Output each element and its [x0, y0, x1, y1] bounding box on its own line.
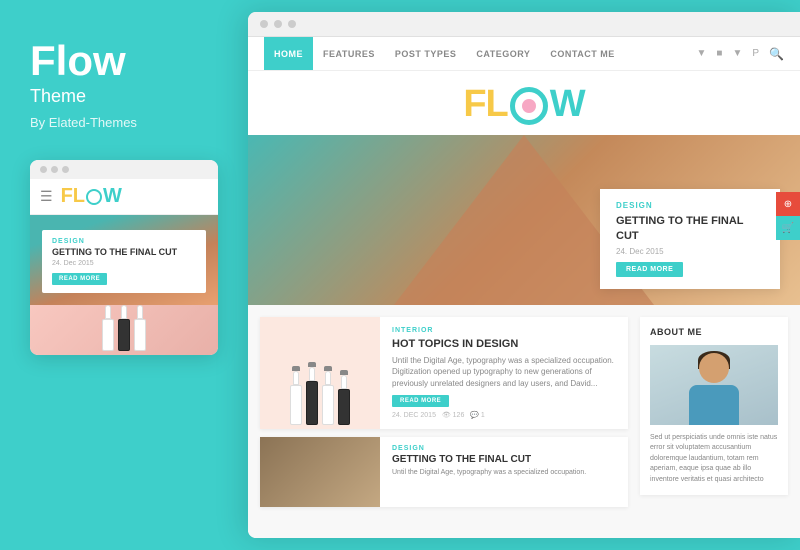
mobile-read-more-btn[interactable]: READ MORE — [52, 273, 107, 285]
post-image-1 — [260, 317, 380, 429]
post-image-2 — [260, 437, 380, 507]
mobile-bottom-content — [30, 305, 218, 355]
edge-icons: ⊕ 🛒 — [776, 192, 800, 240]
dot-red — [40, 166, 47, 173]
post-text-2: DESIGN GETTING TO THE FINAL CUT Until th… — [380, 437, 628, 507]
chrome-dot-3 — [288, 20, 296, 28]
edge-icon-teal[interactable]: 🛒 — [776, 216, 800, 240]
nav-post-types[interactable]: POST TYPES — [385, 37, 467, 70]
post1-meta: 24. DEC 2015 👁 126 💬 1 — [392, 411, 616, 419]
hero-section: DESIGN GETTING TO THE FINAL CUT 24. Dec … — [248, 135, 800, 305]
bottles-illustration — [284, 317, 356, 429]
mobile-card-title: GETTING TO THE FINAL CUT — [52, 247, 196, 258]
social-icon-4: P — [752, 48, 759, 59]
nav-home[interactable]: HOME — [264, 37, 313, 70]
nav-features[interactable]: FEATURES — [313, 37, 385, 70]
chrome-dot-2 — [274, 20, 282, 28]
mobile-nav: ☰ FLW — [30, 179, 218, 215]
post2-description: Until the Digital Age, typography was a … — [392, 468, 616, 477]
desktop-logo: FLW — [248, 85, 800, 125]
post1-description: Until the Digital Age, typography was a … — [392, 355, 616, 389]
mobile-bottles — [30, 305, 218, 355]
post-card-1: INTERIOR HOT TOPICS IN DESIGN Until the … — [260, 317, 628, 429]
post2-title: GETTING TO THE FINAL CUT — [392, 454, 616, 465]
desktop-logo-area: FLW — [248, 71, 800, 135]
about-avatar — [650, 345, 778, 425]
sidebar: ABOUT ME Sed ut perspiciatis unde omnis … — [640, 317, 788, 526]
social-icon-1: ▼ — [697, 48, 707, 59]
hamburger-icon: ☰ — [40, 188, 53, 205]
desktop-nav: HOME FEATURES POST TYPES CATEGORY CONTAC… — [248, 37, 800, 71]
chrome-dot-1 — [260, 20, 268, 28]
nav-category[interactable]: CATEGORY — [466, 37, 540, 70]
post1-views: 126 — [453, 412, 465, 419]
post1-comments: 1 — [481, 412, 485, 419]
post1-date: 24. DEC 2015 — [392, 412, 436, 419]
brand-subtitle: Theme — [30, 86, 218, 107]
mobile-hero-card: DESIGN GETTING TO THE FINAL CUT 24. Dec … — [42, 230, 206, 293]
bottle-1 — [290, 366, 302, 425]
dot-yellow — [51, 166, 58, 173]
post1-read-more-btn[interactable]: READ MORE — [392, 395, 449, 407]
widget-title: ABOUT ME — [650, 327, 778, 337]
post1-category: INTERIOR — [392, 327, 616, 334]
browser-chrome — [248, 12, 800, 37]
post1-title: HOT TOPICS IN DESIGN — [392, 337, 616, 351]
about-widget: ABOUT ME Sed ut perspiciatis unde omnis … — [640, 317, 788, 496]
left-panel: Flow Theme By Elated-Themes ☰ FLW DESIGN… — [0, 0, 248, 550]
hero-title: GETTING TO THE FINAL CUT — [616, 214, 764, 243]
posts-area: INTERIOR HOT TOPICS IN DESIGN Until the … — [260, 317, 628, 526]
post-text-1: INTERIOR HOT TOPICS IN DESIGN Until the … — [380, 317, 628, 429]
mobile-preview: ☰ FLW DESIGN GETTING TO THE FINAL CUT 24… — [30, 160, 218, 355]
edge-icon-red[interactable]: ⊕ — [776, 192, 800, 216]
hero-card: DESIGN GETTING TO THE FINAL CUT 24. Dec … — [600, 189, 780, 289]
mobile-card-date: 24. Dec 2015 — [52, 260, 196, 267]
desktop-content: FLW DESIGN GETTING TO THE FINAL CUT 24. … — [248, 71, 800, 538]
bottle-2 — [306, 362, 318, 425]
mobile-hero: DESIGN GETTING TO THE FINAL CUT 24. Dec … — [30, 215, 218, 305]
mobile-category: DESIGN — [52, 238, 196, 245]
post-card-2: DESIGN GETTING TO THE FINAL CUT Until th… — [260, 437, 628, 507]
post2-category: DESIGN — [392, 445, 616, 452]
hero-read-more-btn[interactable]: READ MORE — [616, 262, 683, 277]
hero-category: DESIGN — [616, 201, 764, 210]
brand-author: By Elated-Themes — [30, 115, 218, 130]
dot-green — [62, 166, 69, 173]
about-description: Sed ut perspiciatis unde omnis iste natu… — [650, 433, 778, 486]
hero-date: 24. Dec 2015 — [616, 247, 764, 256]
desktop-preview: HOME FEATURES POST TYPES CATEGORY CONTAC… — [248, 12, 800, 538]
search-icon[interactable]: 🔍 — [769, 47, 784, 61]
nav-social-icons: ▼ ■ ▼ P 🔍 — [697, 47, 784, 61]
social-icon-2: ■ — [716, 48, 722, 59]
bottle-3 — [322, 366, 334, 425]
mobile-browser-dots — [30, 160, 218, 179]
person-body — [689, 385, 739, 425]
nav-contact[interactable]: CONTACT ME — [540, 37, 624, 70]
social-icon-3: ▼ — [732, 48, 742, 59]
bottle-4 — [338, 370, 350, 425]
mobile-logo: FLW — [61, 185, 122, 208]
person-head — [699, 353, 729, 383]
person-illustration — [650, 345, 778, 425]
main-content: INTERIOR HOT TOPICS IN DESIGN Until the … — [248, 305, 800, 538]
brand-title: Flow — [30, 40, 218, 82]
